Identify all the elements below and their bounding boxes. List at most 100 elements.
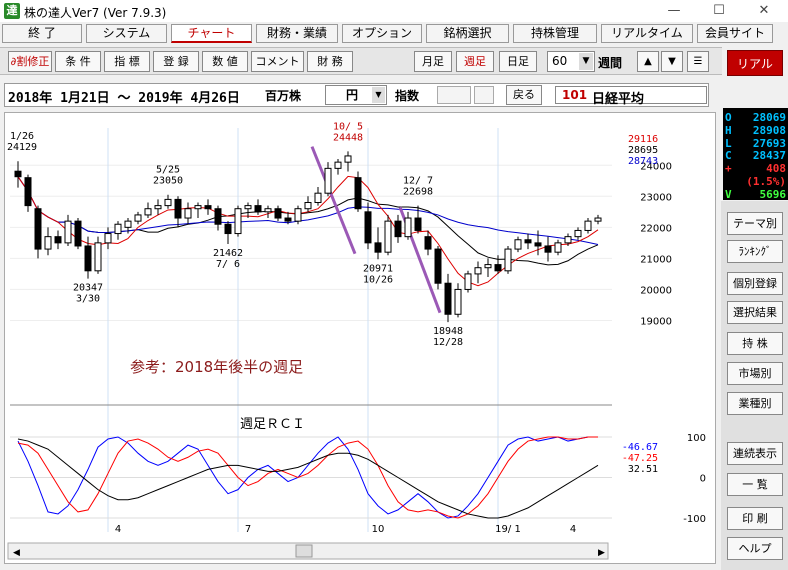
candle-body bbox=[204, 205, 212, 210]
ohlc-value: 27693 bbox=[752, 136, 786, 150]
ohlc-value: 5696 bbox=[759, 187, 787, 201]
ohlc-row: L 27693 bbox=[725, 137, 786, 150]
scrollbar-thumb[interactable] bbox=[295, 544, 313, 558]
candle-body bbox=[314, 192, 322, 204]
menu-tab[interactable]: 銘柄選択 bbox=[426, 24, 509, 43]
candle-body bbox=[34, 208, 42, 250]
side-button[interactable]: 個別登録 bbox=[727, 272, 783, 295]
candle-body bbox=[214, 208, 222, 225]
scroll-right-icon[interactable]: ▶ bbox=[598, 548, 605, 558]
realtime-button[interactable]: リアル bbox=[727, 50, 783, 76]
candle-body bbox=[284, 217, 292, 222]
rci-y-tick-label: 100 bbox=[687, 433, 706, 444]
ohlc-row: V 5696 bbox=[725, 188, 786, 201]
candle-body bbox=[534, 242, 542, 247]
toolbar-button[interactable]: 数 値 bbox=[202, 51, 248, 72]
side-button[interactable]: ﾗﾝｷﾝｸﾞ bbox=[727, 240, 783, 263]
candle-body bbox=[24, 177, 32, 207]
candle-body bbox=[234, 208, 242, 235]
candle-body bbox=[294, 208, 302, 222]
candle-body bbox=[524, 239, 532, 244]
candle-body bbox=[154, 205, 162, 210]
x-tick-label: 4 bbox=[115, 524, 121, 535]
price-annotation: 24129 bbox=[7, 142, 37, 153]
candle-body bbox=[364, 211, 372, 244]
menu-tab[interactable]: リアルタイム bbox=[601, 24, 693, 43]
chart-note: 参考：2018年後半の週足 bbox=[130, 358, 303, 376]
price-annotation: 24448 bbox=[333, 132, 363, 143]
side-button[interactable]: 業種別 bbox=[727, 392, 783, 415]
price-annotation: 10/26 bbox=[363, 274, 393, 285]
menu-tab[interactable]: オプション bbox=[342, 24, 422, 43]
ohlc-row: +408 bbox=[725, 162, 786, 175]
menu-tab[interactable]: システム bbox=[86, 24, 167, 43]
menu-tab[interactable]: チャート bbox=[171, 24, 252, 43]
side-button[interactable]: 一 覧 bbox=[727, 473, 783, 496]
toolbar-button[interactable]: コメント bbox=[251, 51, 304, 72]
candle-body bbox=[334, 161, 342, 169]
price-annotation: 22698 bbox=[403, 187, 433, 198]
price-annotation: 18948 bbox=[433, 326, 463, 337]
price-annotation: 20971 bbox=[363, 263, 393, 274]
ohlc-key: C bbox=[725, 149, 732, 163]
ohlc-key: O bbox=[725, 111, 732, 124]
side-button[interactable]: テーマ別 bbox=[727, 212, 783, 235]
rci-y-tick-label: 0 bbox=[700, 474, 706, 485]
candle-body bbox=[384, 220, 392, 253]
y-tick-label: 21000 bbox=[640, 254, 672, 265]
ohlc-value: 28437 bbox=[752, 149, 786, 163]
candle-body bbox=[584, 220, 592, 231]
candle-body bbox=[414, 217, 422, 231]
candle-body bbox=[84, 245, 92, 272]
candle-body bbox=[394, 220, 402, 238]
side-button[interactable]: ヘルプ bbox=[727, 537, 783, 560]
toolbar-button[interactable]: ∂割修正 bbox=[8, 51, 52, 72]
toolbar-button[interactable]: 指 標 bbox=[104, 51, 150, 72]
ma-value-label: 28743 bbox=[628, 156, 658, 167]
x-tick-label: 19/ 1 bbox=[495, 524, 521, 535]
ohlc-row: O 28069 bbox=[725, 111, 786, 124]
ohlc-row: C 28437 bbox=[725, 149, 786, 162]
period-button[interactable]: 日足 bbox=[499, 51, 537, 72]
ohlc-value: 408 bbox=[766, 162, 786, 176]
candle-body bbox=[144, 208, 152, 216]
price-annotation: 7/ 6 bbox=[216, 259, 240, 270]
ohlc-value: (1.5%) bbox=[746, 175, 786, 188]
period-button[interactable]: 月足 bbox=[414, 51, 452, 72]
side-button[interactable]: 選択結果 bbox=[727, 301, 783, 324]
candle-body bbox=[174, 198, 182, 219]
x-tick-label: 4 bbox=[570, 524, 576, 535]
toolbar-button[interactable]: 財 務 bbox=[307, 51, 353, 72]
y-tick-label: 22000 bbox=[640, 223, 672, 234]
menu-tab[interactable]: 財務・業績 bbox=[256, 24, 338, 43]
rci-title: 週足ＲＣＩ bbox=[240, 417, 305, 432]
candle-body bbox=[94, 242, 102, 272]
candle-body bbox=[594, 217, 602, 222]
candle-body bbox=[484, 264, 492, 269]
candle-body bbox=[184, 208, 192, 219]
side-button[interactable]: 市場別 bbox=[727, 362, 783, 385]
side-button[interactable]: 印 刷 bbox=[727, 507, 783, 530]
toolbar-button[interactable]: 条 件 bbox=[55, 51, 101, 72]
side-button[interactable]: 持 株 bbox=[727, 332, 783, 355]
menu-tab[interactable]: 持株管理 bbox=[513, 24, 597, 43]
candle-body bbox=[444, 282, 452, 315]
candle-body bbox=[554, 242, 562, 253]
candle-body bbox=[404, 217, 412, 238]
y-tick-label: 23000 bbox=[640, 192, 672, 203]
scroll-left-icon[interactable]: ◀ bbox=[13, 548, 20, 558]
menu-tab[interactable]: 終 了 bbox=[2, 24, 82, 43]
side-button[interactable]: 連続表示 bbox=[727, 442, 783, 465]
toolbar-button[interactable]: 登 録 bbox=[153, 51, 199, 72]
ma-value-label: 29116 bbox=[628, 134, 658, 145]
menu-tab[interactable]: 会員サイト bbox=[697, 24, 773, 43]
candle-body bbox=[224, 223, 232, 235]
ohlc-panel: O 28069 H 28908 L 27693 C 28437 +408 (1.5%) V 5696 bbox=[723, 108, 788, 201]
candle-body bbox=[244, 205, 252, 210]
candle-body bbox=[104, 233, 112, 244]
ohlc-key: + bbox=[725, 162, 732, 176]
price-annotation: 5/25 bbox=[156, 165, 180, 176]
candle-body bbox=[114, 223, 122, 235]
period-button[interactable]: 週足 bbox=[456, 51, 494, 72]
price-annotation: 3/30 bbox=[76, 294, 100, 305]
